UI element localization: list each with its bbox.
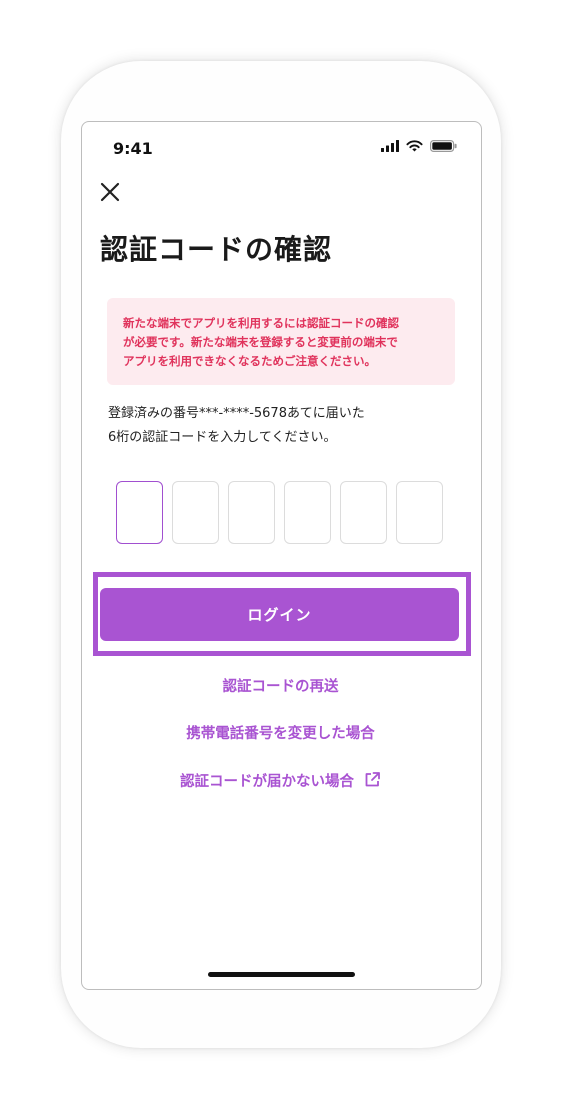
status-time: 9:41 — [113, 139, 153, 158]
phone-screen: 9:41 認証コードの確認 新たな端末でアプリを利用するには認証コードの確認 が… — [81, 121, 482, 990]
code-digit-2[interactable] — [172, 481, 219, 544]
resend-code-label: 認証コードの再送 — [222, 679, 339, 695]
changed-number-link[interactable]: 携帯電話番号を変更した場合 — [0, 722, 561, 743]
warning-line: アプリを利用できなくなるためご注意ください。 — [123, 354, 376, 368]
home-indicator — [208, 972, 355, 977]
code-digit-3[interactable] — [228, 481, 275, 544]
changed-number-label: 携帯電話番号を変更した場合 — [186, 726, 375, 742]
external-link-icon — [365, 772, 380, 787]
code-digit-1[interactable] — [116, 481, 163, 544]
instruction-line: 登録済みの番号***-****-5678あてに届いた — [108, 406, 365, 421]
warning-line: が必要です。新たな端末を登録すると変更前の端末で — [123, 335, 398, 349]
close-icon[interactable] — [98, 180, 122, 204]
battery-icon — [430, 140, 457, 152]
warning-line: 新たな端末でアプリを利用するには認証コードの確認 — [123, 316, 399, 330]
wifi-icon — [406, 140, 423, 152]
code-digit-5[interactable] — [340, 481, 387, 544]
warning-box: 新たな端末でアプリを利用するには認証コードの確認 が必要です。新たな端末を登録す… — [107, 298, 455, 385]
page-title: 認証コードの確認 — [100, 233, 333, 266]
code-digit-4[interactable] — [284, 481, 331, 544]
instruction-text: 登録済みの番号***-****-5678あてに届いた 6桁の認証コードを入力して… — [108, 402, 365, 450]
code-not-received-link[interactable]: 認証コードが届かない場合 — [0, 770, 561, 791]
resend-code-link[interactable]: 認証コードの再送 — [0, 675, 561, 696]
code-not-received-label: 認証コードが届かない場合 — [179, 774, 354, 790]
instruction-line: 6桁の認証コードを入力してください。 — [108, 430, 337, 445]
login-button[interactable]: ログイン — [100, 588, 459, 641]
status-icons — [381, 140, 457, 152]
code-digit-6[interactable] — [396, 481, 443, 544]
code-input-group — [116, 481, 443, 544]
signal-icon — [381, 140, 399, 152]
